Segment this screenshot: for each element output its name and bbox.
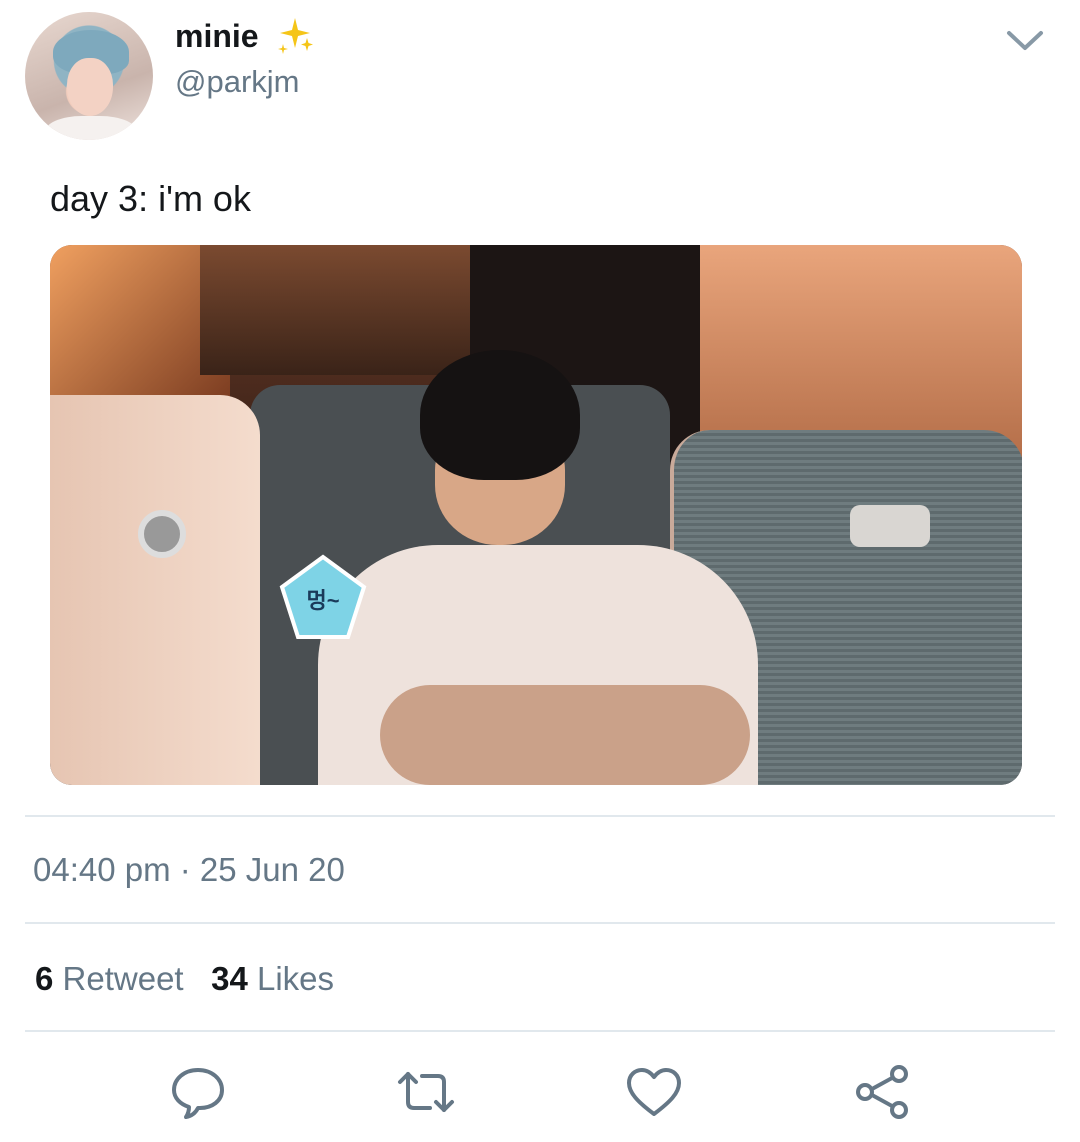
tweet-stats: 6 Retweet 34 Likes <box>35 960 334 998</box>
sticker-text: 멍~ <box>306 588 340 613</box>
retweet-count[interactable]: 6 <box>35 960 53 997</box>
display-name[interactable]: minie <box>175 18 259 55</box>
tweet-timestamp[interactable]: 04:40 pm · 25 Jun 20 <box>33 851 345 889</box>
reply-icon[interactable] <box>168 1062 228 1122</box>
retweet-icon[interactable] <box>396 1062 456 1122</box>
tweet-text: day 3: i'm ok <box>50 178 251 219</box>
avatar-face <box>67 58 113 116</box>
sparkles-icon <box>278 18 313 54</box>
divider <box>25 815 1055 817</box>
caption-sticker: 멍~ <box>278 553 368 643</box>
person-arms <box>380 685 750 785</box>
tweet-media-photo[interactable]: 멍~ <box>50 245 1022 785</box>
seat-vent <box>850 505 930 547</box>
retweet-label[interactable]: Retweet <box>63 960 184 997</box>
avatar[interactable] <box>25 12 153 140</box>
divider <box>25 1030 1055 1032</box>
user-handle[interactable]: @parkjm <box>175 64 299 100</box>
chevron-down-icon[interactable] <box>1006 28 1044 54</box>
like-icon[interactable] <box>624 1062 684 1122</box>
person-hair <box>420 350 580 480</box>
divider <box>25 922 1055 924</box>
likes-count[interactable]: 34 <box>211 960 248 997</box>
likes-label[interactable]: Likes <box>257 960 334 997</box>
reading-light <box>138 510 186 558</box>
share-icon[interactable] <box>852 1062 912 1122</box>
side-panel <box>50 395 260 785</box>
avatar-shirt <box>45 116 137 140</box>
